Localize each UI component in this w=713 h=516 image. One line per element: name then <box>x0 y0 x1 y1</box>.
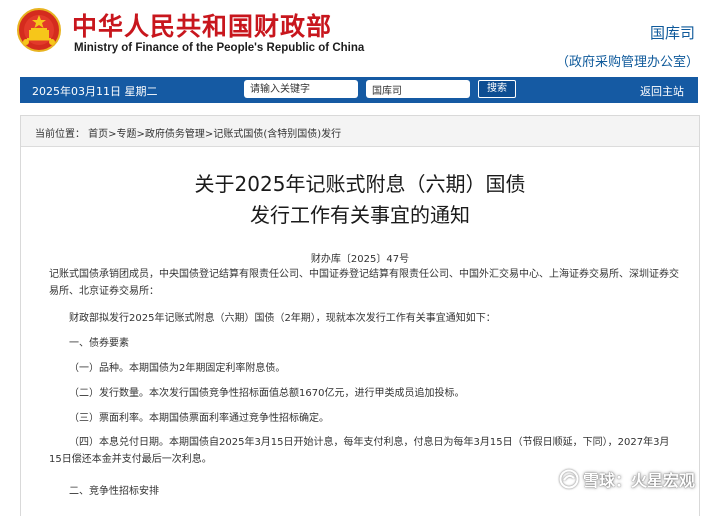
site-title-english: Ministry of Finance of the People's Repu… <box>74 42 365 54</box>
document-title-line1: 关于2025年记账式附息（六期）国债 <box>194 172 526 196</box>
snowball-logo-icon <box>559 469 579 489</box>
return-home-link[interactable]: 返回主站 <box>640 83 684 99</box>
document-title-line2: 发行工作有关事宜的通知 <box>250 203 470 227</box>
site-header: 中华人民共和国财政部 Ministry of Finance of the Pe… <box>0 0 713 76</box>
search-button[interactable]: 搜索 <box>478 80 516 98</box>
breadcrumb-bar: 当前位置： 首页>专题>政府债务管理>记账式国债(含特别国债)发行 <box>21 116 699 147</box>
search-input[interactable] <box>244 80 358 98</box>
addressees-paragraph: 记账式国债承销团成员，中央国债登记结算有限责任公司、中国证券登记结算有限责任公司… <box>49 269 679 297</box>
list-item: （二）发行数量。本次发行国债竞争性招标面值总额1670亿元，进行甲类成员追加投标… <box>69 388 465 399</box>
watermark-text: 雪球：火星宏观 <box>582 471 695 490</box>
content-panel: 当前位置： 首页>专题>政府债务管理>记账式国债(含特别国债)发行 关于2025… <box>20 115 700 516</box>
department-name[interactable]: 国库司 <box>650 22 695 43</box>
national-emblem-icon[interactable] <box>17 8 61 52</box>
site-title[interactable]: 中华人民共和国财政部 <box>72 7 332 43</box>
nav-bar: 2025年03月11日 星期二 国库司 搜索 返回主站 <box>20 77 698 103</box>
breadcrumb[interactable]: 当前位置： 首页>专题>政府债务管理>记账式国债(含特别国债)发行 <box>35 125 341 140</box>
current-date: 2025年03月11日 星期二 <box>32 85 158 98</box>
search-scope-select[interactable]: 国库司 <box>366 80 470 98</box>
list-item: （一）品种。本期国债为2年期固定利率附息债。 <box>69 363 286 374</box>
intro-paragraph: 财政部拟发行2025年记账式附息（六期）国债（2年期），现就本次发行工作有关事宜… <box>69 313 496 324</box>
section-heading-1: 一、债券要素 <box>69 338 129 349</box>
watermark: 雪球：火星宏观 <box>559 467 695 491</box>
list-item: （三）票面利率。本期国债票面利率通过竞争性招标确定。 <box>69 413 329 424</box>
document-number: 财办库〔2025〕47号 <box>310 254 410 265</box>
department-subtitle: （政府采购管理办公室） <box>555 55 699 70</box>
list-item: （四）本息兑付日期。本期国债自2025年3月15日开始计息，每年支付利息，付息日… <box>49 437 670 465</box>
